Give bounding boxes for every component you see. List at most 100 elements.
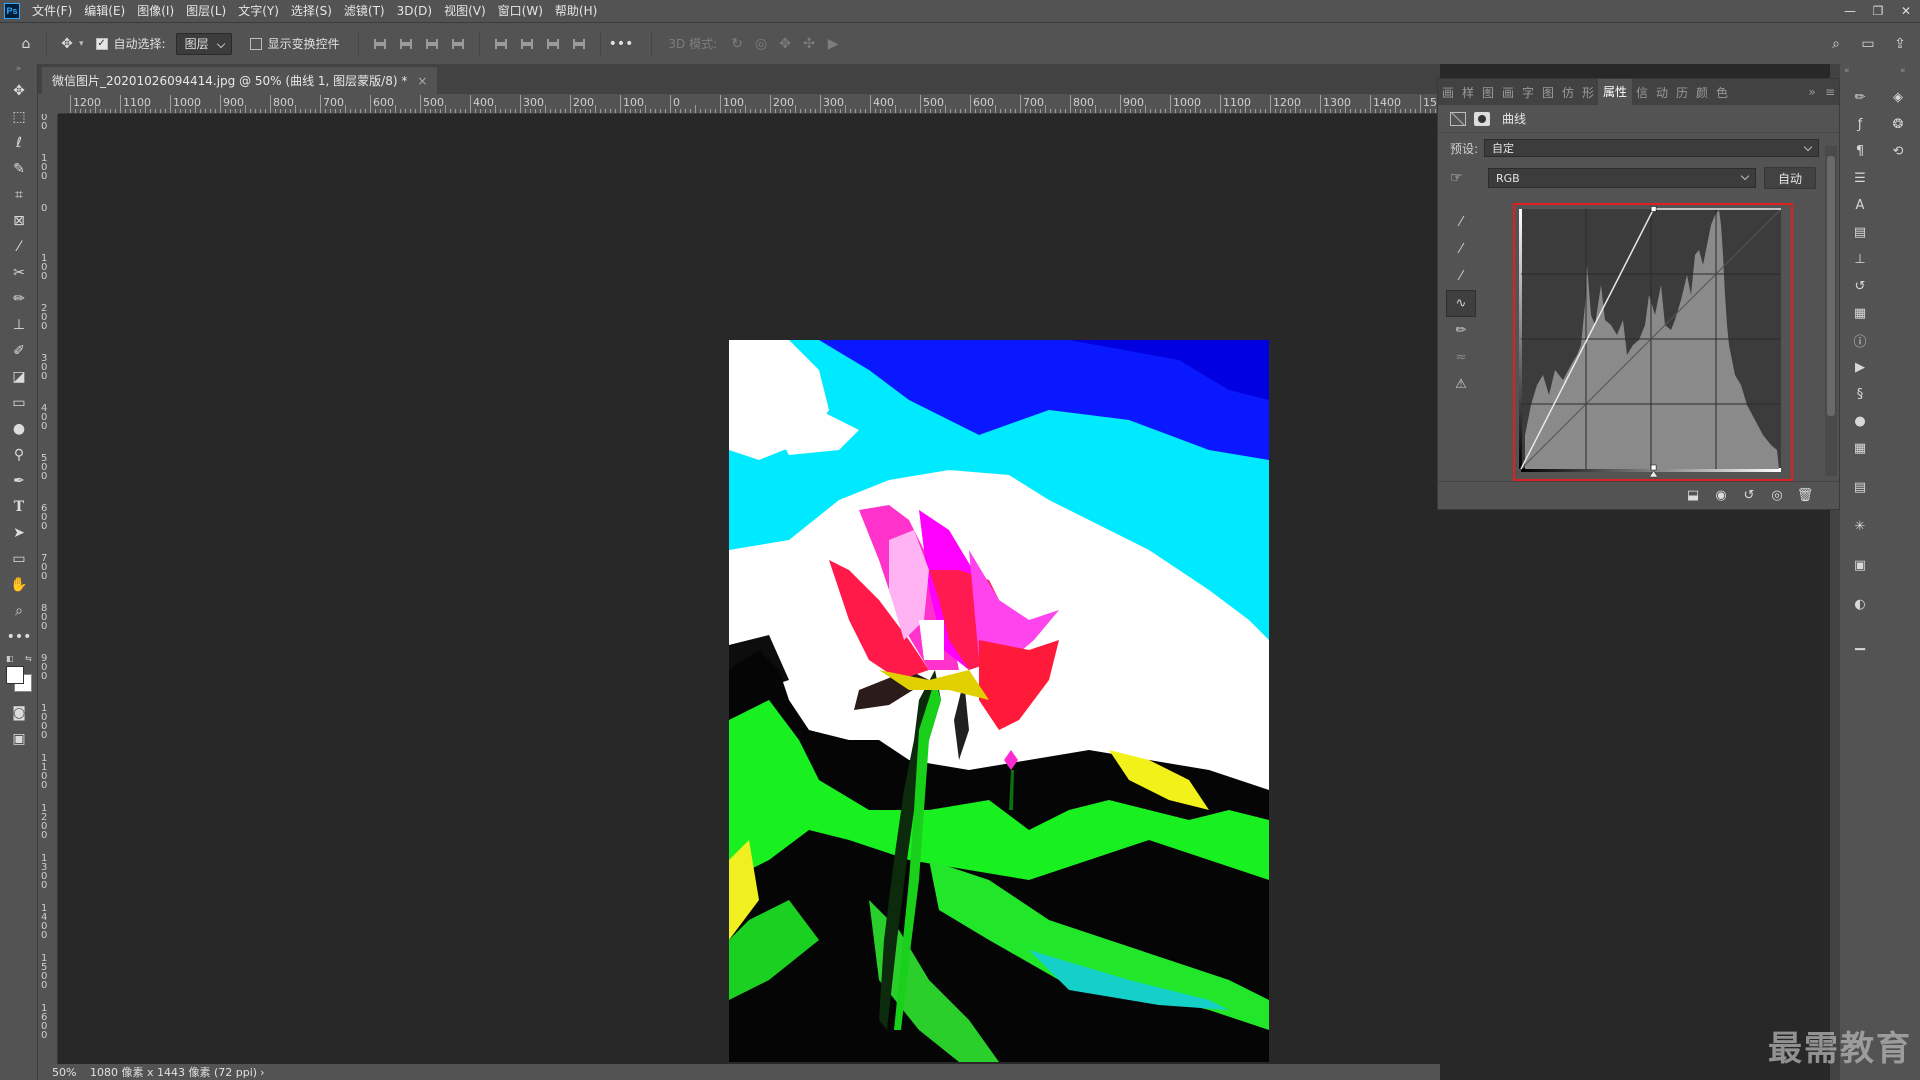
frame-tool-icon[interactable]: ⊠ [0,208,38,234]
vertical-ruler[interactable]: 2001000100200300400500600700800900100011… [38,114,58,1064]
reset-icon[interactable]: ↺ [1735,488,1763,503]
brush-settings-icon[interactable]: ✏ [1842,84,1878,111]
align-middle-icon[interactable] [516,33,538,55]
crop-tool-icon[interactable]: ⌗ [0,182,38,208]
edit-toolbar-icon[interactable]: ••• [0,624,38,650]
color-icon[interactable]: ● [1842,408,1878,435]
properties-scrollbar[interactable] [1825,146,1837,476]
preset-select[interactable]: 自定 [1484,139,1820,157]
minimize-button[interactable]: — [1836,0,1864,22]
styles-icon[interactable]: ƒ [1842,111,1878,138]
menu-image[interactable]: 图像(I) [131,0,180,22]
clone-stamp-icon[interactable]: ⊥ [0,312,38,338]
close-button[interactable]: ✕ [1892,0,1920,22]
restore-button[interactable]: ❐ [1864,0,1892,22]
history-icon[interactable]: ↺ [1842,273,1878,300]
menu-layer[interactable]: 图层(L) [180,0,232,22]
chevron-down-icon[interactable]: ▾ [79,39,84,49]
search-icon[interactable]: ⌕ [1824,32,1848,56]
panel-collapse-icon[interactable]: » [1803,85,1821,99]
3d-roll-icon[interactable]: ◎ [749,32,773,56]
timeline-icon[interactable]: ▣ [1842,552,1878,579]
healing-brush-icon[interactable]: ✂ [0,260,38,286]
black-point-eyedropper-icon[interactable]: ⁄ [1446,209,1476,236]
tab-properties[interactable]: 属性 [1598,79,1632,105]
3d-panel-icon[interactable]: ✳ [1842,513,1878,540]
toolbox-collapse-icon[interactable]: » [0,64,37,78]
layer-mask-icon[interactable] [1474,111,1490,126]
show-transform-checkbox[interactable] [249,37,262,50]
swatches-icon[interactable]: ▦ [1842,435,1878,462]
document-info[interactable]: 1080 像素 x 1443 像素 (72 ppi) [90,1064,257,1080]
align-top-icon[interactable] [490,33,512,55]
default-colors-icon[interactable]: ◧ [6,654,14,663]
screen-mode-icon[interactable]: ▣ [0,726,38,752]
menu-help[interactable]: 帮助(H) [549,0,603,22]
menu-type[interactable]: 文字(Y) [232,0,285,22]
glyphs-icon[interactable]: § [1842,381,1878,408]
3d-pan-icon[interactable]: ✥ [773,32,797,56]
move-tool-icon[interactable]: ✥ [0,78,38,104]
align-left-icon[interactable] [369,33,391,55]
adjustments-icon[interactable]: ☰ [1842,165,1878,192]
brush-tool-icon[interactable]: ✏ [0,286,38,312]
lasso-tool-icon[interactable]: ℓ [0,130,38,156]
channels-icon[interactable]: ❂ [1880,111,1916,138]
menu-select[interactable]: 选择(S) [285,0,338,22]
panel-tab-12[interactable]: 颜 [1692,84,1712,101]
rectangle-tool-icon[interactable]: ▭ [0,546,38,572]
channel-select[interactable]: RGB [1488,168,1756,188]
layers-icon[interactable]: ◈ [1880,84,1916,111]
info-icon[interactable]: ⓘ [1842,327,1878,354]
character-icon[interactable]: A [1842,192,1878,219]
clone-source-icon[interactable]: ⊥ [1842,246,1878,273]
panel-tab-1[interactable]: 样 [1458,84,1478,101]
auto-select-checkbox[interactable]: ✓ [95,37,108,50]
horizontal-ruler[interactable]: 1200 1100 1000 900 800 700 600 500 400 300 200 100 0… [58,94,1440,114]
menu-filter[interactable]: 滤镜(T) [338,0,391,22]
smooth-curve-icon[interactable]: ≈ [1446,344,1476,371]
targeted-adjust-icon[interactable]: ☞ [1450,170,1480,186]
type-tool-icon[interactable]: T [0,494,38,520]
menu-file[interactable]: 文件(F) [26,0,78,22]
panel-tab-13[interactable]: 色 [1712,84,1732,101]
distribute-vertical-icon[interactable] [568,33,590,55]
distribute-icon[interactable] [447,33,469,55]
quick-select-tool-icon[interactable]: ✎ [0,156,38,182]
paragraph-icon[interactable]: ¶ [1842,138,1878,165]
menu-edit[interactable]: 编辑(E) [78,0,131,22]
panel-tab-11[interactable]: 历 [1672,84,1692,101]
path-select-icon[interactable]: ➤ [0,520,38,546]
curves-graph[interactable] [1513,203,1793,481]
dock-collapse-icon[interactable]: « [1900,66,1906,76]
panel-tab-10[interactable]: 动 [1652,84,1672,101]
color-swatches[interactable]: ◧ ⇆ [0,650,37,700]
menu-3d[interactable]: 3D(D) [391,0,438,22]
panel-tab-9[interactable]: 信 [1632,84,1652,101]
panel-menu-icon[interactable]: ≡ [1821,85,1839,99]
3d-slide-icon[interactable]: ✣ [797,32,821,56]
visibility-icon[interactable]: ◎ [1763,488,1791,503]
align-bottom-icon[interactable] [542,33,564,55]
paths-icon[interactable]: ⟲ [1880,138,1916,165]
histogram-icon[interactable]: ▁ [1842,630,1878,657]
panel-tab-2[interactable]: 图 [1478,84,1498,101]
canvas-area[interactable] [58,114,1440,1064]
marquee-tool-icon[interactable]: ⬚ [0,104,38,130]
adjust-icon[interactable]: ◐ [1842,591,1878,618]
gray-point-eyedropper-icon[interactable]: ⁄ [1446,236,1476,263]
align-center-icon[interactable] [395,33,417,55]
eyedropper-tool-icon[interactable]: ⁄ [0,234,38,260]
dodge-tool-icon[interactable]: ⚲ [0,442,38,468]
swap-colors-icon[interactable]: ⇆ [25,654,32,663]
3d-camera-icon[interactable]: ▶ [821,32,845,56]
white-point-eyedropper-icon[interactable]: ⁄ [1446,263,1476,290]
zoom-level[interactable]: 50% [52,1066,90,1079]
close-tab-icon[interactable]: × [417,74,427,88]
3d-orbit-icon[interactable]: ↻ [725,32,749,56]
eraser-tool-icon[interactable]: ◪ [0,364,38,390]
status-menu-arrow[interactable]: › [260,1066,264,1079]
panel-tab-4[interactable]: 字 [1518,84,1538,101]
properties-icon[interactable]: ▦ [1842,300,1878,327]
libraries-icon[interactable]: ▤ [1842,219,1878,246]
